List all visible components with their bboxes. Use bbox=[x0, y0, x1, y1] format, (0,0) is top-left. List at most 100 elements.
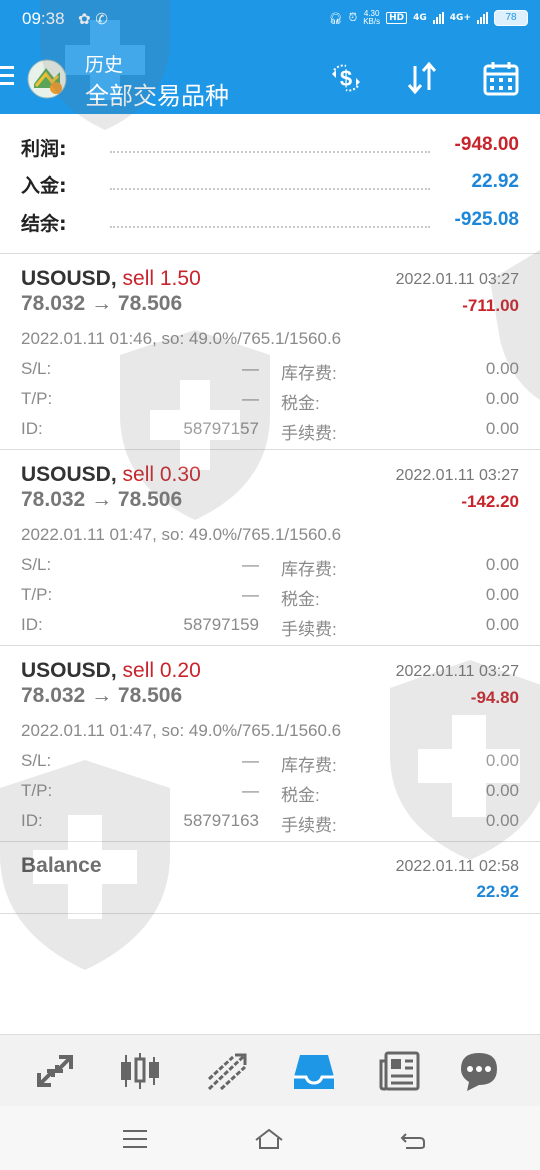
balance-op-time: 2022.01.11 02:58 bbox=[395, 858, 519, 875]
deal-symbol-text: USOUSD, bbox=[21, 267, 117, 290]
fee-value: 0.00 bbox=[485, 615, 519, 634]
deal-side: sell 0.20 bbox=[122, 659, 201, 682]
tp-label: T/P: bbox=[21, 781, 53, 800]
deal-symbol-text: USOUSD, bbox=[21, 659, 117, 682]
deal-close-time: 2022.01.11 03:27 bbox=[395, 271, 519, 288]
balance-operation-row[interactable]: Balance 2022.01.11 02:58 22.92 bbox=[0, 842, 540, 914]
swap-value: 0.00 bbox=[485, 751, 519, 770]
alarm-icon: ⏰︎ bbox=[348, 11, 358, 24]
deal-side: sell 1.50 bbox=[122, 267, 201, 290]
header-subtitle: 历史 bbox=[85, 54, 124, 76]
trade-icon[interactable] bbox=[205, 1049, 249, 1093]
chart-icon[interactable] bbox=[118, 1049, 162, 1093]
sl-value: — bbox=[242, 555, 259, 574]
summary-profit-row: 利润: -948.00 bbox=[0, 128, 540, 164]
currency-exchange-icon[interactable]: $ bbox=[326, 58, 366, 98]
dot-leader bbox=[110, 226, 430, 228]
net-speed-unit: KB/s bbox=[363, 17, 381, 26]
tp-label: T/P: bbox=[21, 585, 53, 604]
balance-label: 结余: bbox=[21, 213, 67, 235]
deal-row[interactable]: USOUSD, sell 0.30 78.032 → 78.506 2022.0… bbox=[0, 450, 540, 646]
sl-label: S/L: bbox=[21, 555, 52, 574]
battery-icon: 78 bbox=[494, 10, 528, 26]
sl-label: S/L: bbox=[21, 359, 52, 378]
tax-value: 0.00 bbox=[485, 585, 519, 604]
swap-label: 库存费: bbox=[281, 364, 337, 383]
deposit-label: 入金: bbox=[21, 175, 67, 197]
id-value: 58797157 bbox=[183, 419, 259, 438]
deal-side: sell 0.30 bbox=[122, 463, 201, 486]
deal-open-info: 2022.01.11 01:46, so: 49.0%/765.1/1560.6 bbox=[21, 329, 342, 348]
calendar-icon[interactable] bbox=[481, 58, 521, 98]
summary-balance-row: 结余: -925.08 bbox=[0, 203, 540, 239]
deal-symbol: USOUSD, sell 0.20 bbox=[21, 659, 201, 683]
signal-icon bbox=[432, 12, 444, 24]
fee-value: 0.00 bbox=[485, 419, 519, 438]
balance-value: -925.08 bbox=[454, 209, 519, 230]
status-right: 🎧︎ ⏰︎ 4.30 KB/s HD 4G 4G+ 78 bbox=[329, 10, 528, 26]
tp-value: — bbox=[242, 389, 259, 408]
deal-profit: -711.00 bbox=[462, 296, 519, 315]
id-value: 58797163 bbox=[183, 811, 259, 830]
deal-open-info: 2022.01.11 01:47, so: 49.0%/765.1/1560.6 bbox=[21, 721, 342, 740]
hd-badge: HD bbox=[386, 12, 408, 24]
deal-profit: -94.80 bbox=[470, 688, 519, 707]
notification-icons: ✿ ✆ bbox=[78, 10, 108, 28]
network-4g: 4G bbox=[413, 12, 427, 23]
deal-profit: -142.20 bbox=[461, 492, 519, 511]
status-time: 09:38 bbox=[22, 9, 65, 28]
dot-leader bbox=[110, 188, 430, 190]
network-4gplus: 4G+ bbox=[449, 12, 471, 23]
tax-value: 0.00 bbox=[485, 389, 519, 408]
headset-icon: 🎧︎ bbox=[328, 11, 343, 25]
tax-label: 税金: bbox=[281, 394, 320, 413]
menu-nav-icon[interactable] bbox=[120, 1124, 150, 1154]
fee-label: 手续费: bbox=[281, 620, 337, 639]
tp-value: — bbox=[242, 781, 259, 800]
deal-row[interactable]: USOUSD, sell 1.50 78.032 → 78.506 2022.0… bbox=[0, 254, 540, 450]
tax-value: 0.00 bbox=[485, 781, 519, 800]
home-nav-icon[interactable] bbox=[254, 1124, 284, 1154]
balance-op-value: 22.92 bbox=[476, 882, 519, 901]
sl-value: — bbox=[242, 359, 259, 378]
tp-value: — bbox=[242, 585, 259, 604]
summary-panel: 利润: -948.00 入金: 22.92 结余: -925.08 bbox=[0, 114, 540, 254]
bottom-tab-bar bbox=[0, 1034, 540, 1106]
swap-label: 库存费: bbox=[281, 560, 337, 579]
deal-symbol: USOUSD, sell 1.50 bbox=[21, 267, 201, 291]
sort-icon[interactable] bbox=[402, 58, 442, 98]
news-icon[interactable] bbox=[378, 1049, 422, 1093]
profit-label: 利润: bbox=[21, 138, 67, 160]
tax-label: 税金: bbox=[281, 590, 320, 609]
sl-value: — bbox=[242, 751, 259, 770]
id-value: 58797159 bbox=[183, 615, 259, 634]
deal-open-info: 2022.01.11 01:47, so: 49.0%/765.1/1560.6 bbox=[21, 525, 342, 544]
messages-icon[interactable] bbox=[457, 1049, 501, 1093]
summary-deposit-row: 入金: 22.92 bbox=[0, 165, 540, 201]
tp-label: T/P: bbox=[21, 389, 53, 408]
id-label: ID: bbox=[21, 615, 43, 634]
quotes-icon[interactable] bbox=[33, 1049, 77, 1093]
deal-symbol-text: USOUSD, bbox=[21, 463, 117, 486]
back-nav-icon[interactable] bbox=[398, 1124, 428, 1154]
deposit-value: 22.92 bbox=[471, 171, 519, 192]
svg-text:$: $ bbox=[340, 66, 352, 91]
profit-value: -948.00 bbox=[454, 134, 519, 155]
id-label: ID: bbox=[21, 419, 43, 438]
net-speed: 4.30 KB/s bbox=[363, 10, 380, 26]
app-logo bbox=[26, 58, 68, 100]
deal-close-time: 2022.01.11 03:27 bbox=[395, 467, 519, 484]
sl-label: S/L: bbox=[21, 751, 52, 770]
status-bar: 09:38 ✿ ✆ 🎧︎ ⏰︎ 4.30 KB/s HD 4G 4G+ 78 bbox=[0, 0, 540, 40]
history-icon[interactable] bbox=[292, 1049, 336, 1093]
signal-icon-2 bbox=[477, 12, 488, 24]
fee-label: 手续费: bbox=[281, 816, 337, 835]
swap-value: 0.00 bbox=[485, 555, 519, 574]
swap-value: 0.00 bbox=[485, 359, 519, 378]
header-title[interactable]: 全部交易品种 bbox=[85, 76, 229, 111]
deal-symbol: USOUSD, sell 0.30 bbox=[21, 463, 201, 487]
deal-row[interactable]: USOUSD, sell 0.20 78.032 → 78.506 2022.0… bbox=[0, 646, 540, 842]
fee-label: 手续费: bbox=[281, 424, 337, 443]
menu-icon[interactable] bbox=[0, 66, 16, 90]
system-nav-bar bbox=[0, 1106, 540, 1170]
